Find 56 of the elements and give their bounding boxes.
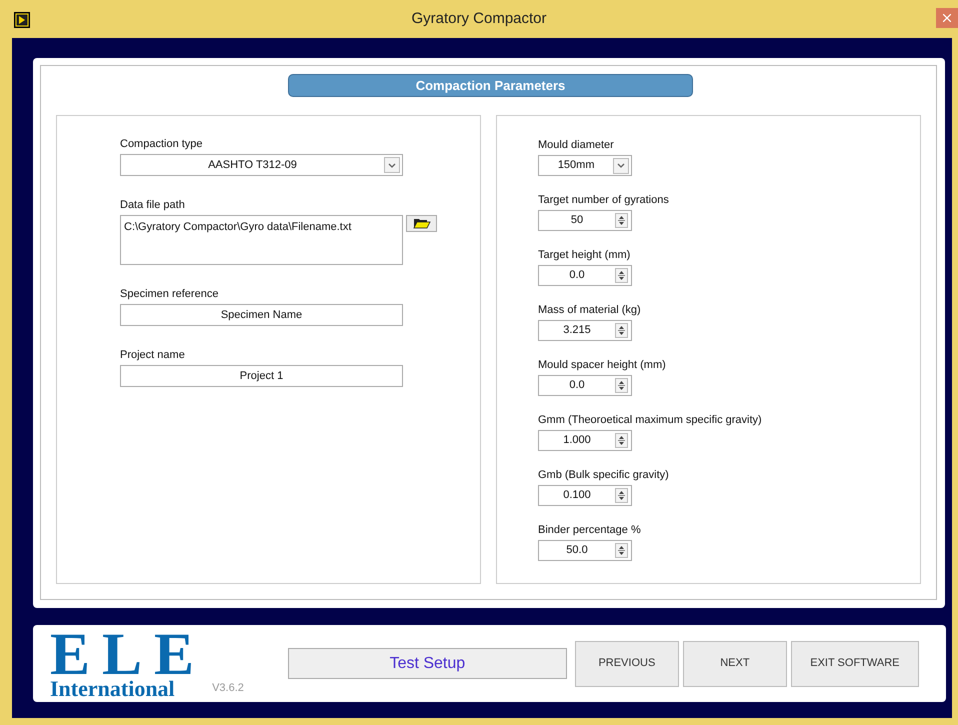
field-label: Compaction type (120, 137, 204, 151)
field-label: Gmb (Bulk specific gravity) (538, 468, 670, 482)
field-label: Binder percentage % (538, 523, 642, 537)
spinner-arrows[interactable] (615, 378, 628, 393)
dropdown-arrow-button[interactable] (613, 158, 629, 174)
numeric-field[interactable]: 0.0 (538, 375, 632, 396)
field-label: Mould spacer height (mm) (538, 358, 667, 372)
numeric-field[interactable]: 0.100 (538, 485, 632, 506)
stage-indicator: Test Setup (288, 648, 567, 679)
numeric-field[interactable]: 50 (538, 210, 632, 231)
field-label: Data file path (120, 198, 186, 212)
numeric-field[interactable]: 1.000 (538, 430, 632, 451)
field-label: Target height (mm) (538, 248, 632, 262)
nav-button[interactable]: NEXT (682, 640, 787, 686)
up-down-icon (618, 545, 625, 556)
window-title: Gyratory Compactor (411, 8, 547, 29)
up-down-icon (618, 380, 625, 391)
field-label: Target number of gyrations (538, 193, 670, 207)
spinner-arrows[interactable] (615, 433, 628, 448)
up-down-icon (618, 325, 625, 336)
spinner-arrows[interactable] (615, 268, 628, 283)
spinner-arrows[interactable] (615, 543, 628, 558)
spinner-arrows[interactable] (615, 323, 628, 338)
field-label: Mass of material (kg) (538, 303, 642, 317)
nav-button[interactable]: PREVIOUS (574, 640, 679, 686)
chevron-down-icon (388, 162, 396, 168)
dropdown-arrow-button[interactable] (384, 157, 400, 173)
numeric-field[interactable]: 0.0 (538, 265, 632, 286)
nav-button[interactable]: EXIT SOFTWARE (790, 640, 919, 686)
spinner-arrows[interactable] (615, 213, 628, 228)
app-icon (14, 12, 30, 28)
version-text: V3.6.2 (212, 680, 244, 696)
folder-icon (412, 218, 430, 229)
field-label: Specimen reference (120, 287, 220, 301)
up-down-icon (618, 490, 625, 501)
path-field[interactable]: C:\Gyratory Compactor\Gyro data\Filename.txt (120, 215, 403, 265)
text-field[interactable]: Project 1 (120, 365, 403, 387)
logo-text: International (50, 678, 175, 698)
logo-text: ELE (50, 628, 206, 678)
close-button[interactable] (936, 8, 958, 28)
up-down-icon (618, 270, 625, 281)
chevron-down-icon (617, 163, 626, 168)
numeric-field[interactable]: 3.215 (538, 320, 632, 341)
dropdown[interactable]: AASHTO T312-09 (120, 154, 403, 176)
field-label: Mould diameter (538, 138, 615, 152)
field-label: Project name (120, 348, 186, 362)
spinner-arrows[interactable] (615, 488, 628, 503)
close-icon (943, 14, 951, 22)
dropdown[interactable]: 150mm (538, 155, 632, 176)
numeric-field[interactable]: 50.0 (538, 540, 632, 561)
text-field[interactable]: Specimen Name (120, 304, 403, 326)
section-header: Compaction Parameters (288, 74, 693, 97)
browse-button[interactable] (406, 215, 437, 232)
field-label: Gmm (Theoroetical maximum specific gravity) (538, 413, 763, 427)
up-down-icon (618, 215, 625, 226)
up-down-icon (618, 435, 625, 446)
